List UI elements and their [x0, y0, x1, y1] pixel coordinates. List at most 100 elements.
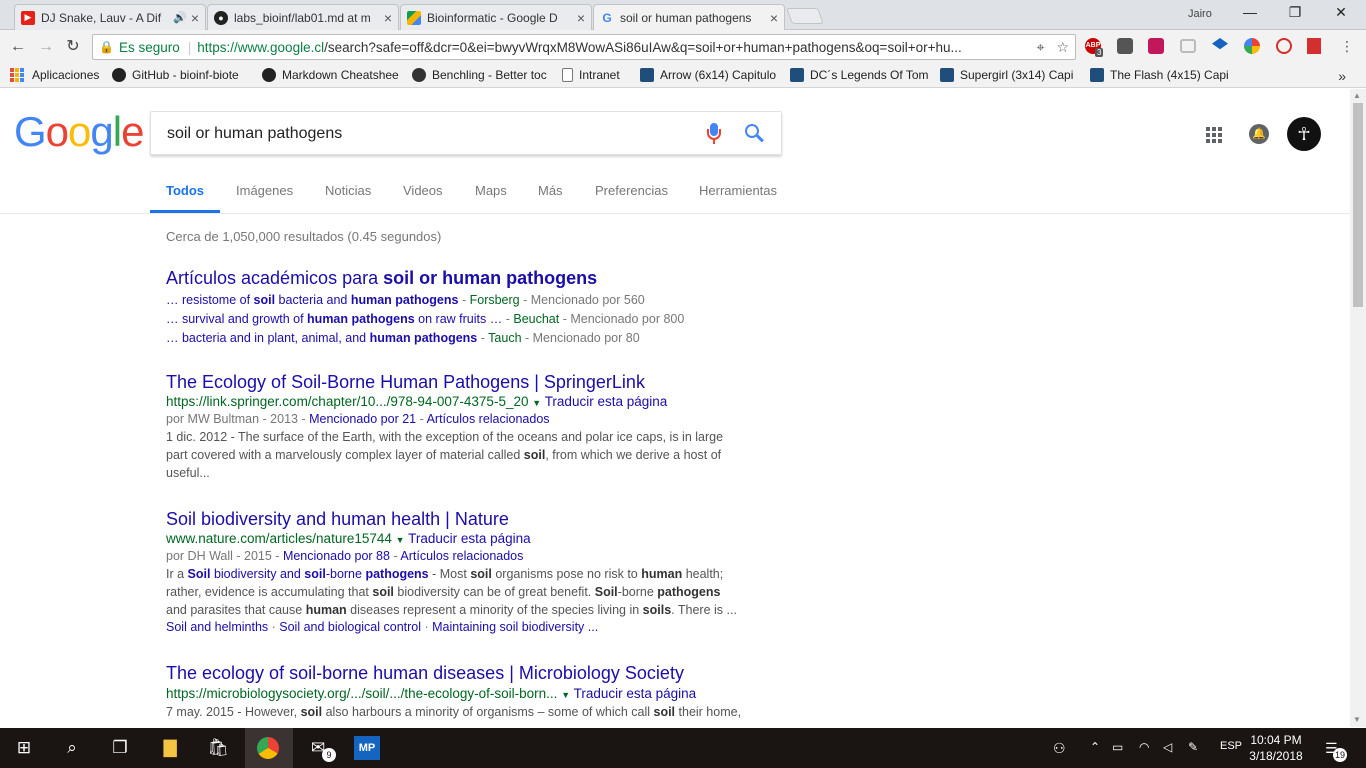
- location-icon[interactable]: ⌖: [1037, 39, 1045, 55]
- search-box[interactable]: soil or human pathogens: [150, 111, 782, 155]
- tab-preferencias[interactable]: Preferencias: [595, 183, 668, 198]
- extension-pink-icon[interactable]: [1148, 38, 1164, 54]
- menu-icon[interactable]: ⋮: [1340, 38, 1354, 55]
- browser-tab-google-search[interactable]: G soil or human pathogens ×: [593, 4, 785, 30]
- tv-site-icon: [940, 68, 954, 82]
- bookmark-flash[interactable]: The Flash (4x15) Capi: [1090, 68, 1228, 82]
- tab-todos[interactable]: Todos: [166, 183, 204, 198]
- google-apps-icon[interactable]: [1206, 127, 1222, 143]
- search-nav-tabs: Todos Imágenes Noticias Videos Maps Más …: [0, 170, 1350, 214]
- forward-icon[interactable]: →: [35, 36, 57, 58]
- bookmark-arrow[interactable]: Arrow (6x14) Capitulo: [640, 68, 778, 82]
- star-icon[interactable]: ☆: [1056, 39, 1069, 55]
- microphone-icon[interactable]: [707, 123, 721, 145]
- academic-item[interactable]: … resistome of soil bacteria and human p…: [166, 293, 645, 307]
- browser-tab-strip: ▶ DJ Snake, Lauv - A Dif 🔊 × ● labs_bioi…: [0, 0, 1366, 30]
- clock[interactable]: 10:04 PM 3/18/2018: [1246, 732, 1306, 764]
- close-icon[interactable]: ×: [384, 10, 392, 26]
- translate-link[interactable]: Traducir esta página: [545, 394, 668, 409]
- omnibox-actions: ⌖ ☆: [1037, 39, 1069, 56]
- tv-site-icon: [640, 68, 654, 82]
- result-title[interactable]: The Ecology of Soil-Borne Human Pathogen…: [166, 372, 645, 393]
- pen-icon[interactable]: ✎: [1188, 740, 1198, 754]
- related-articles-link[interactable]: Artículos relacionados: [400, 549, 523, 563]
- close-icon[interactable]: ×: [577, 10, 585, 26]
- cited-by-link[interactable]: Mencionado por 21: [309, 412, 416, 426]
- google-logo[interactable]: Google: [14, 108, 144, 156]
- pdf-icon[interactable]: [1307, 38, 1321, 54]
- academic-item[interactable]: … survival and growth of human pathogens…: [166, 312, 684, 326]
- profile-name[interactable]: Jairo: [1188, 8, 1212, 20]
- extension-keep-icon[interactable]: [1117, 38, 1133, 54]
- bookmark-github[interactable]: GitHub - bioinf-biote: [112, 68, 252, 82]
- tab-videos[interactable]: Videos: [403, 183, 443, 198]
- browser-tab-youtube[interactable]: ▶ DJ Snake, Lauv - A Dif 🔊 ×: [14, 4, 206, 30]
- academic-item[interactable]: … bacteria and in plant, animal, and hum…: [166, 331, 640, 345]
- graduation-cap-icon[interactable]: [1212, 38, 1228, 50]
- mp-app-icon[interactable]: MP: [354, 736, 380, 760]
- people-icon[interactable]: ⚇: [1053, 740, 1066, 757]
- tab-mas[interactable]: Más: [538, 183, 563, 198]
- notifications-icon[interactable]: 🔔: [1249, 124, 1269, 144]
- page-scrollbar[interactable]: ▲ ▼: [1350, 89, 1366, 727]
- sitelink[interactable]: Maintaining soil biodiversity ...: [432, 620, 598, 634]
- reload-icon[interactable]: ↻: [62, 36, 84, 58]
- browser-tab-github[interactable]: ● labs_bioinf/lab01.md at m ×: [207, 4, 399, 30]
- tab-herramientas[interactable]: Herramientas: [699, 183, 777, 198]
- wifi-icon[interactable]: ◠: [1139, 740, 1149, 754]
- result-url: www.nature.com/articles/nature15744 ▼ Tr…: [166, 531, 531, 546]
- minimize-icon[interactable]: —: [1238, 4, 1262, 24]
- bookmark-benchling[interactable]: Benchling - Better toc: [412, 68, 552, 82]
- result-title[interactable]: The ecology of soil-borne human diseases…: [166, 663, 684, 684]
- more-bookmarks-icon[interactable]: »: [1338, 68, 1346, 84]
- browser-tab-drive[interactable]: Bioinformatic - Google D ×: [400, 4, 592, 30]
- caret-down-icon[interactable]: ▼: [532, 398, 541, 408]
- tab-noticias[interactable]: Noticias: [325, 183, 371, 198]
- avatar[interactable]: ☥: [1287, 117, 1321, 151]
- back-icon[interactable]: ←: [7, 36, 29, 58]
- search-input[interactable]: soil or human pathogens: [167, 125, 342, 143]
- sitelink[interactable]: Soil and helminths: [166, 620, 268, 634]
- result-title[interactable]: Soil biodiversity and human health | Nat…: [166, 509, 509, 530]
- block-icon[interactable]: [1276, 38, 1292, 54]
- battery-icon[interactable]: ▭: [1112, 740, 1123, 754]
- notification-badge: 19: [1333, 748, 1347, 762]
- apps-icon: [10, 68, 24, 82]
- scroll-up-icon[interactable]: ▲: [1353, 91, 1361, 100]
- bookmark-apps[interactable]: Aplicaciones: [10, 68, 99, 82]
- close-window-icon[interactable]: ✕: [1329, 4, 1353, 24]
- new-tab-button[interactable]: [786, 8, 824, 24]
- bookmark-legends[interactable]: DC´s Legends Of Tom: [790, 68, 928, 82]
- windows-start-icon[interactable]: ⊞: [12, 736, 36, 760]
- academic-results-title[interactable]: Artículos académicos para soil or human …: [166, 268, 597, 289]
- language-indicator[interactable]: ESP: [1220, 740, 1242, 752]
- restore-icon[interactable]: ❐: [1283, 4, 1307, 24]
- tab-imagenes[interactable]: Imágenes: [236, 183, 293, 198]
- bookmark-supergirl[interactable]: Supergirl (3x14) Capi: [940, 68, 1078, 82]
- sitelink[interactable]: Soil and biological control: [279, 620, 421, 634]
- address-bar[interactable]: 🔒 Es seguro | https://www.google.cl/sear…: [92, 34, 1076, 60]
- chrome-icon[interactable]: [257, 737, 279, 759]
- volume-icon[interactable]: ◁: [1163, 740, 1172, 754]
- task-view-icon[interactable]: ❐: [108, 736, 132, 760]
- caret-down-icon[interactable]: ▼: [396, 535, 405, 545]
- tab-maps[interactable]: Maps: [475, 183, 507, 198]
- translate-link[interactable]: Traducir esta página: [408, 531, 531, 546]
- show-hidden-icons[interactable]: ⌃: [1090, 740, 1100, 754]
- related-articles-link[interactable]: Artículos relacionados: [427, 412, 550, 426]
- close-icon[interactable]: ×: [191, 10, 199, 26]
- camera-icon[interactable]: [1180, 39, 1196, 53]
- search-icon[interactable]: ⌕: [60, 736, 84, 760]
- close-icon[interactable]: ×: [770, 10, 778, 26]
- bookmark-markdown[interactable]: Markdown Cheatshee: [262, 68, 402, 82]
- file-explorer-icon[interactable]: ▇: [158, 736, 182, 760]
- caret-down-icon[interactable]: ▼: [561, 690, 570, 700]
- scroll-down-icon[interactable]: ▼: [1353, 715, 1361, 724]
- store-icon[interactable]: 🛍: [206, 736, 230, 760]
- search-icon[interactable]: [745, 124, 765, 144]
- cited-by-link[interactable]: Mencionado por 88: [283, 549, 390, 563]
- translate-link[interactable]: Traducir esta página: [574, 686, 697, 701]
- bookmark-intranet[interactable]: Intranet: [562, 68, 620, 82]
- extension-color-icon[interactable]: [1244, 38, 1260, 54]
- scrollbar-thumb[interactable]: [1353, 103, 1363, 307]
